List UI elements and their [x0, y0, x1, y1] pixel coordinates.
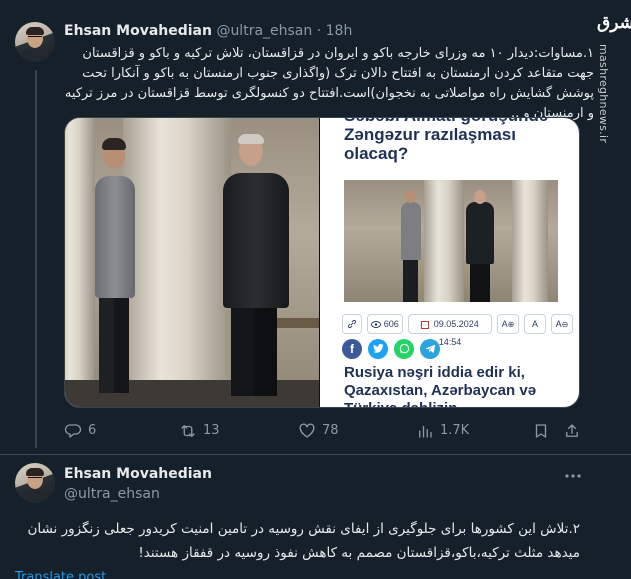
tweet-header: Ehsan Movahedian @ultra_ehsan · 18h — [64, 22, 352, 40]
article-meta-row: 606 09.05.2024 14:54 A⊕ A A⊖ — [342, 314, 578, 347]
person-right-coat — [223, 173, 289, 308]
author-avatar[interactable] — [15, 22, 55, 62]
person-right-hair — [238, 134, 264, 144]
zoom-out-icon: A⊖ — [551, 314, 573, 334]
twitter-icon — [368, 339, 388, 359]
avatar-hair — [26, 27, 44, 35]
article-thumbnail — [344, 180, 558, 302]
article-title: Səbəbi Almatı görüşündə Zəngəzur razılaş… — [344, 118, 548, 163]
photo-column — [65, 118, 95, 407]
photo-column — [123, 118, 231, 407]
avatar-hair — [26, 468, 44, 476]
person-left-hair — [102, 138, 126, 150]
thumb-person-right — [470, 264, 490, 302]
media-article-screenshot[interactable]: Səbəbi Almatı görüşündə Zəngəzur razılaş… — [320, 118, 579, 407]
thumb-column — [512, 180, 548, 302]
like-button[interactable]: 78 — [298, 421, 339, 441]
telegram-icon — [420, 339, 440, 359]
view-count: 1.7K — [440, 423, 470, 438]
media-photo[interactable] — [65, 118, 319, 407]
tweet-media[interactable]: Səbəbi Almatı görüşündə Zəngəzur razılaş… — [64, 117, 580, 408]
thumb-person-right-coat — [466, 202, 494, 264]
retweet-count: 13 — [203, 423, 220, 438]
thumb-person-left-head — [405, 190, 416, 203]
translate-post-link[interactable]: Translate post — [15, 570, 106, 579]
thumb-person-left — [403, 260, 418, 302]
separator-dot: · — [316, 23, 322, 39]
article-body: Rusiya nəşri iddia edir ki, Qazaxıstan, … — [344, 364, 537, 407]
avatar-body — [20, 49, 50, 62]
more-options-icon[interactable] — [563, 468, 583, 482]
avatar-glasses — [28, 36, 42, 39]
thread-line — [35, 70, 37, 448]
article-share-row: f — [342, 339, 462, 359]
calendar-icon — [421, 320, 430, 329]
tweet-text: ۱.مساوات:دیدار ۱۰ مه وزرای خارجه باکو و … — [64, 46, 594, 121]
avatar-body — [20, 490, 50, 503]
tweet-timestamp[interactable]: 18h — [326, 23, 353, 39]
thumb-column — [424, 180, 464, 302]
tweet-header: Ehsan Movahedian — [64, 465, 212, 483]
author-handle[interactable]: @ultra_ehsan — [216, 23, 312, 39]
watermark-url: mashreghnews.ir — [597, 44, 610, 144]
watermark: مشرق mashreghnews.ir — [596, 6, 631, 143]
heart-icon — [299, 423, 315, 438]
watermark-logo: مشرق — [597, 13, 631, 33]
author-name[interactable]: Ehsan Movahedian — [64, 23, 212, 39]
person-right — [231, 308, 277, 396]
tweet-actions: 6 13 78 1.7K — [64, 421, 584, 441]
reply-button[interactable]: 6 — [64, 421, 96, 441]
share-button[interactable] — [563, 421, 581, 441]
views-chart-icon — [419, 425, 432, 438]
facebook-icon: f — [342, 339, 362, 359]
thumb-person-right-head — [474, 190, 486, 204]
bookmark-button[interactable] — [532, 421, 550, 441]
reply-count: 6 — [88, 423, 97, 438]
like-count: 78 — [322, 423, 339, 438]
bookmark-icon — [535, 423, 547, 438]
author-handle[interactable]: @ultra_ehsan — [64, 486, 160, 502]
person-left-coat — [95, 176, 135, 298]
views-button[interactable]: 1.7K — [416, 421, 469, 441]
avatar-glasses — [28, 477, 42, 480]
thumb-person-left-coat — [401, 202, 421, 260]
author-name[interactable]: Ehsan Movahedian — [64, 466, 212, 482]
font-size-icon: A — [524, 314, 546, 334]
person-left — [99, 298, 129, 393]
zoom-in-icon: A⊕ — [497, 314, 519, 334]
whatsapp-icon — [394, 339, 414, 359]
article-date-chip: 09.05.2024 14:54 — [408, 314, 492, 347]
link-icon — [342, 314, 362, 334]
share-icon — [566, 423, 578, 437]
tweet-divider — [0, 454, 631, 455]
article-views-chip: 606 — [367, 314, 403, 334]
tweet-text: ۲.تلاش این کشورها برای جلوگیری از ایفای … — [27, 521, 580, 561]
tweet-handle-row: @ultra_ehsan — [64, 485, 160, 503]
retweet-button[interactable]: 13 — [179, 421, 220, 441]
retweet-icon — [181, 425, 195, 437]
photo-bench — [273, 318, 319, 328]
author-avatar[interactable] — [15, 463, 55, 503]
article-views: 606 — [383, 319, 399, 329]
reply-icon — [64, 424, 82, 438]
eye-icon — [371, 321, 382, 329]
